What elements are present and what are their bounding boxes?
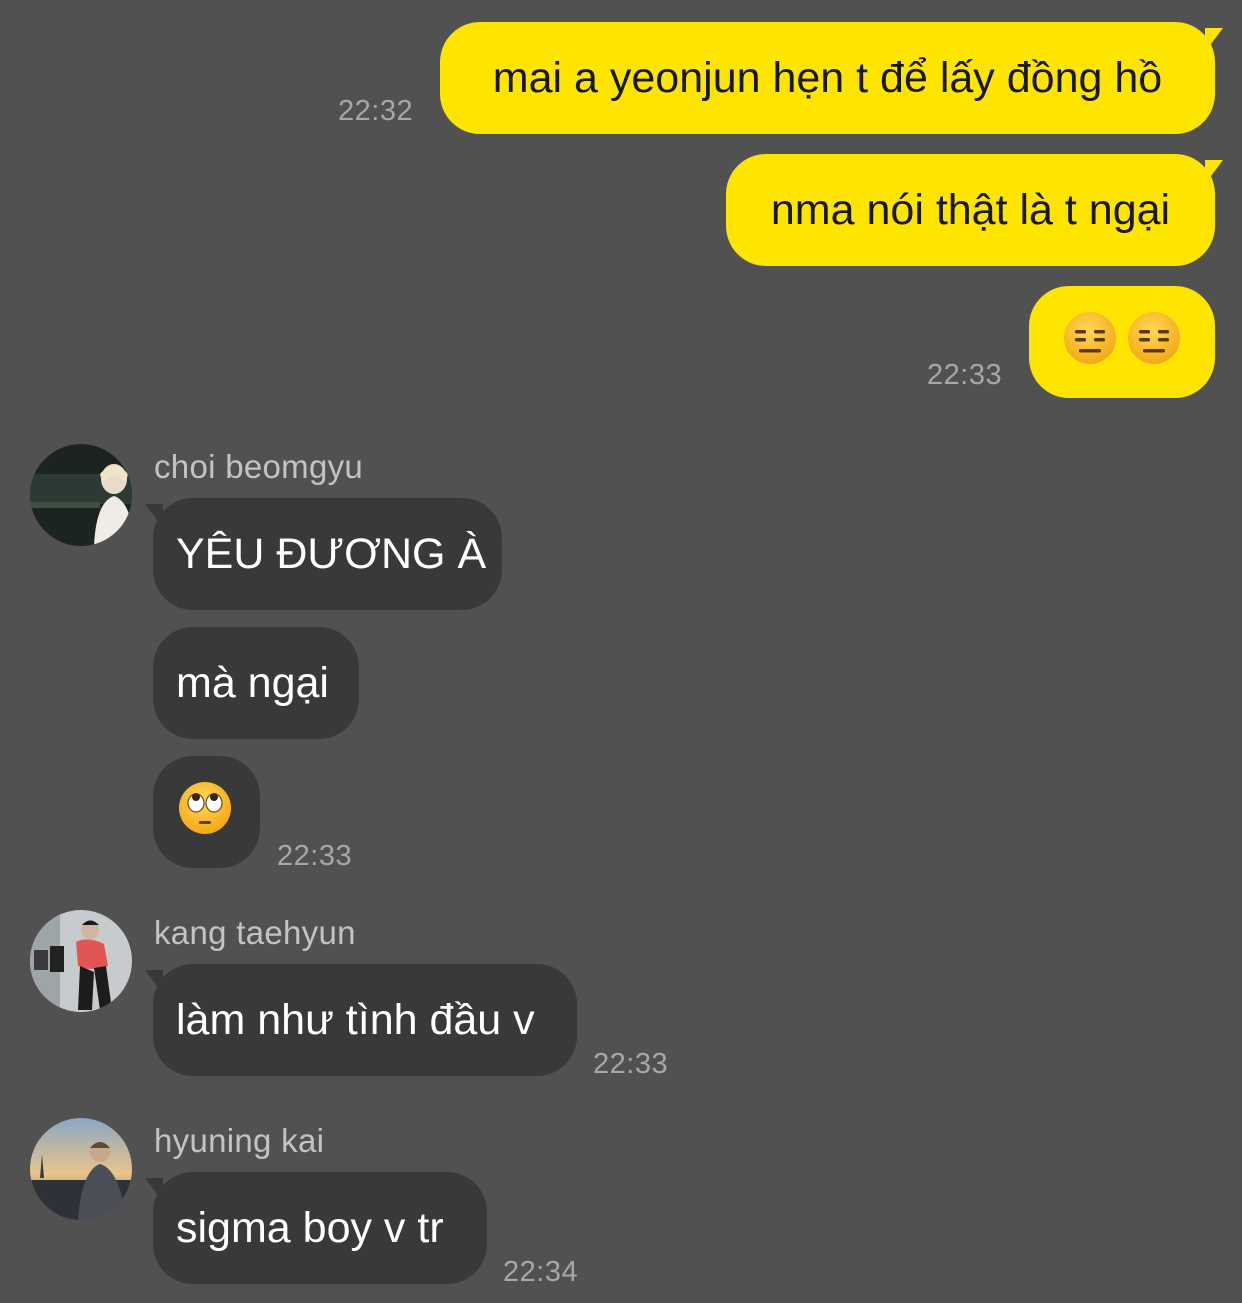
incoming-message[interactable]: mà ngại <box>153 627 359 739</box>
face-with-rolling-eyes-icon <box>178 781 232 843</box>
bubble-tail <box>1205 160 1223 184</box>
hyuning-kai-avatar[interactable] <box>30 1118 132 1220</box>
bubble-tail <box>145 970 163 994</box>
expressionless-face-icon <box>1063 311 1117 373</box>
message-text: sigma boy v tr <box>176 1203 444 1252</box>
bubble-tail <box>145 504 163 528</box>
expressionless-face-icon <box>1127 311 1181 373</box>
bubble-tail <box>1205 28 1223 52</box>
bubble-tail <box>145 1178 163 1202</box>
outgoing-message[interactable]: mai a yeonjun hẹn t để lấy đồng hồ <box>440 22 1215 134</box>
sender-name: choi beomgyu <box>154 448 364 485</box>
taehyun-avatar[interactable] <box>30 910 132 1012</box>
incoming-message[interactable]: YÊU ĐƯƠNG À <box>153 498 502 610</box>
outgoing-emoji-message[interactable] <box>1029 286 1215 398</box>
message-text: làm như tình đầu v <box>176 995 535 1044</box>
incoming-emoji-message[interactable] <box>153 756 260 868</box>
message-text: mai a yeonjun hẹn t để lấy đồng hồ <box>492 53 1163 102</box>
message-text: nma nói thật là t ngại <box>770 185 1171 234</box>
message-timestamp: 22:33 <box>927 359 1003 391</box>
incoming-message[interactable]: làm như tình đầu v <box>153 964 577 1076</box>
beomgyu-avatar[interactable] <box>30 444 132 546</box>
sender-name: hyuning kai <box>154 1122 325 1159</box>
sender-name: kang taehyun <box>154 914 356 951</box>
message-text: mà ngại <box>176 658 329 707</box>
message-text: YÊU ĐƯƠNG À <box>176 529 487 578</box>
message-timestamp: 22:33 <box>277 840 353 872</box>
message-timestamp: 22:33 <box>593 1048 669 1080</box>
outgoing-message[interactable]: nma nói thật là t ngại <box>726 154 1215 266</box>
message-timestamp: 22:34 <box>503 1256 579 1288</box>
message-timestamp: 22:32 <box>338 95 414 127</box>
incoming-message[interactable]: sigma boy v tr <box>153 1172 487 1284</box>
